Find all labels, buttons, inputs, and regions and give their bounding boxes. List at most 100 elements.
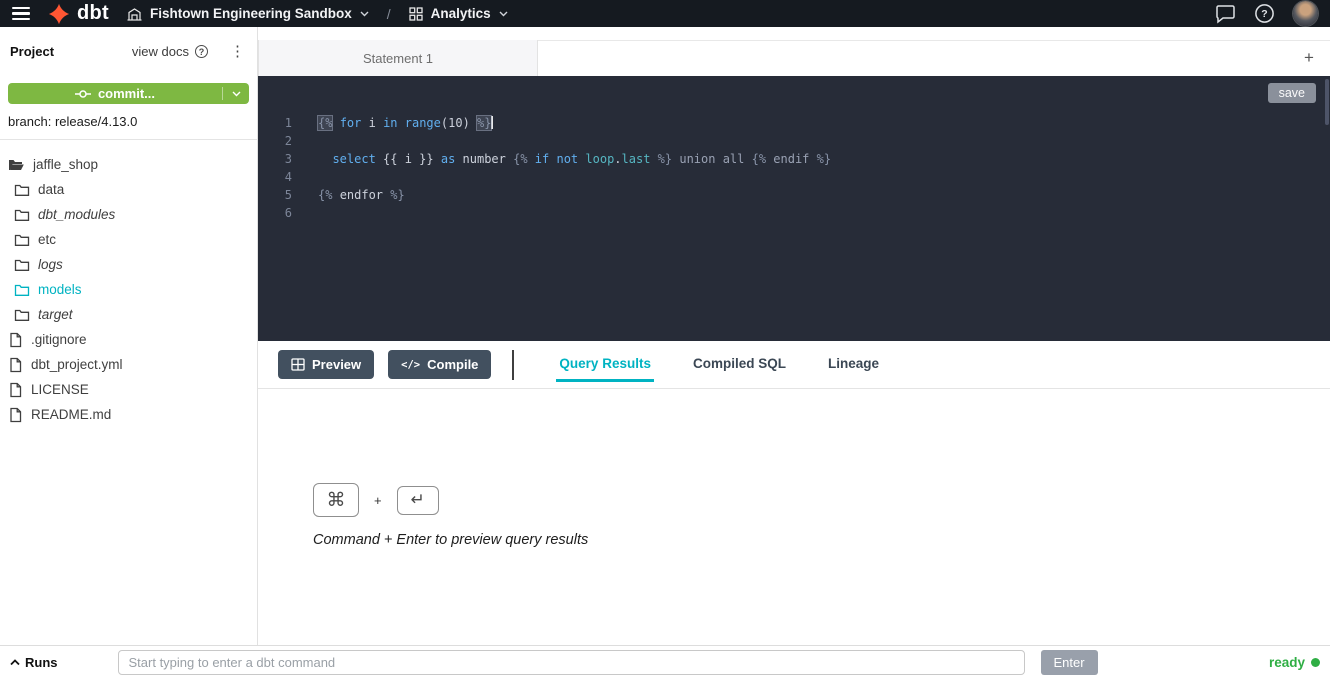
folder-icon xyxy=(14,257,30,273)
grid-icon xyxy=(409,7,423,21)
dbt-logo-icon xyxy=(48,3,70,25)
code-editor[interactable]: save 1{% for i in range(10) %}23 select … xyxy=(258,76,1330,341)
tree-item-label: etc xyxy=(38,232,56,247)
sidebar: Project view docs ? ⋮ commit... branch: … xyxy=(0,27,258,645)
main-area: Project view docs ? ⋮ commit... branch: … xyxy=(0,27,1330,645)
folder-icon xyxy=(14,307,30,323)
help-icon[interactable]: ? xyxy=(1254,3,1275,24)
dbt-logo[interactable]: dbt xyxy=(48,3,109,25)
code-line-2: 2 xyxy=(258,132,1330,150)
code-line-5: 5{% endfor %} xyxy=(258,186,1330,204)
tree-item-models[interactable]: models xyxy=(0,277,257,302)
editor-tab-statement-1[interactable]: Statement 1 xyxy=(258,40,538,76)
file-icon xyxy=(8,357,23,373)
tree-item-label: target xyxy=(38,307,73,322)
shortcut-hint-text: Command + Enter to preview query results xyxy=(313,532,1330,548)
commit-button[interactable]: commit... xyxy=(8,83,249,104)
compile-button[interactable]: </> Compile xyxy=(388,350,491,379)
status-text: ready xyxy=(1269,655,1305,670)
chevron-down-icon xyxy=(360,11,369,17)
enter-key-icon: ↵ xyxy=(397,486,439,515)
save-button[interactable]: save xyxy=(1268,83,1316,103)
shortcut-hint: ⌘ + ↵ xyxy=(313,483,1330,517)
project-menu[interactable]: Analytics xyxy=(409,6,508,21)
results-content: ⌘ + ↵ Command + Enter to preview query r… xyxy=(258,389,1330,548)
plus-sign: + xyxy=(374,493,382,508)
tree-item-label: logs xyxy=(38,257,63,272)
file-icon xyxy=(8,382,23,398)
kebab-menu-icon[interactable]: ⋮ xyxy=(230,44,245,59)
tree-item-label: jaffle_shop xyxy=(33,157,98,172)
code-icon: </> xyxy=(401,359,420,371)
sidebar-divider xyxy=(0,139,257,140)
commit-dropdown-button[interactable] xyxy=(223,91,249,97)
topbar-right: ? xyxy=(1215,1,1318,26)
code-lines[interactable]: 1{% for i in range(10) %}23 select {{ i … xyxy=(258,76,1330,222)
file-tree: jaffle_shopdata dbt_modulesetc logs models t… xyxy=(0,152,257,427)
svg-text:?: ? xyxy=(1261,8,1267,20)
tree-item-.gitignore[interactable]: .gitignore xyxy=(0,327,257,352)
cmd-key-icon: ⌘ xyxy=(313,483,359,517)
tree-item-jaffle_shop[interactable]: jaffle_shop xyxy=(0,152,257,177)
tree-item-target[interactable]: target xyxy=(0,302,257,327)
account-menu[interactable]: Fishtown Engineering Sandbox xyxy=(127,6,369,21)
folder-icon xyxy=(14,282,30,298)
code-line-6: 6 xyxy=(258,204,1330,222)
tree-item-dbt_project.yml[interactable]: dbt_project.yml xyxy=(0,352,257,377)
tree-item-label: README.md xyxy=(31,407,111,422)
runs-toggle[interactable]: Runs xyxy=(10,655,58,670)
line-number: 1 xyxy=(258,114,292,132)
tab-lineage[interactable]: Lineage xyxy=(825,348,882,382)
preview-button[interactable]: Preview xyxy=(278,350,374,379)
dbt-command-input[interactable] xyxy=(118,650,1025,675)
hamburger-menu-icon[interactable] xyxy=(12,5,30,23)
status-dot xyxy=(1311,658,1320,667)
view-docs-info-icon: ? xyxy=(195,45,208,58)
tree-item-README.md[interactable]: README.md xyxy=(0,402,257,427)
editor-scrollbar[interactable] xyxy=(1325,79,1329,125)
project-name: Analytics xyxy=(431,6,491,21)
tree-item-LICENSE[interactable]: LICENSE xyxy=(0,377,257,402)
tree-item-dbt_modules[interactable]: dbt_modules xyxy=(0,202,257,227)
folder-icon xyxy=(14,232,30,248)
account-name: Fishtown Engineering Sandbox xyxy=(150,6,352,21)
dbt-logo-text: dbt xyxy=(77,3,109,23)
tree-item-label: data xyxy=(38,182,64,197)
tree-item-data[interactable]: data xyxy=(0,177,257,202)
line-number: 3 xyxy=(258,150,292,168)
file-icon xyxy=(8,407,23,423)
line-number: 4 xyxy=(258,168,292,186)
toolbar-divider xyxy=(512,350,514,380)
tree-item-label: dbt_project.yml xyxy=(31,357,123,372)
tree-item-logs[interactable]: logs xyxy=(0,252,257,277)
editor-tabbar: Statement 1 + xyxy=(258,27,1330,76)
sidebar-title: Project xyxy=(10,44,54,59)
results-tabs: Query Results Compiled SQL Lineage xyxy=(556,341,882,388)
code-line-3: 3 select {{ i }} as number {% if not loo… xyxy=(258,150,1330,168)
chevron-down-icon xyxy=(232,91,241,97)
editor-column: Statement 1 + save 1{% for i in range(10… xyxy=(258,27,1330,645)
new-tab-button[interactable]: + xyxy=(1296,40,1322,76)
code-line-1: 1{% for i in range(10) %} xyxy=(258,114,1330,132)
table-icon xyxy=(291,358,305,371)
runs-label: Runs xyxy=(25,655,58,670)
code-line-4: 4 xyxy=(258,168,1330,186)
tab-compiled-sql[interactable]: Compiled SQL xyxy=(690,348,789,382)
status-indicator: ready xyxy=(1269,655,1320,670)
enter-button[interactable]: Enter xyxy=(1041,650,1098,675)
view-docs-link[interactable]: view docs ? xyxy=(132,44,208,59)
tab-query-results[interactable]: Query Results xyxy=(556,348,654,382)
topbar: dbt Fishtown Engineering Sandbox / Analy… xyxy=(0,0,1330,27)
results-toolbar: Preview </> Compile Query Results Compil… xyxy=(258,341,1330,389)
line-number: 6 xyxy=(258,204,292,222)
tree-item-label: dbt_modules xyxy=(38,207,115,222)
results-panel: Preview </> Compile Query Results Compil… xyxy=(258,341,1330,645)
tree-item-etc[interactable]: etc xyxy=(0,227,257,252)
tree-item-label: LICENSE xyxy=(31,382,89,397)
user-avatar[interactable] xyxy=(1293,1,1318,26)
folder-icon xyxy=(14,207,30,223)
chat-icon[interactable] xyxy=(1215,4,1236,24)
command-bar: Runs Enter ready xyxy=(0,645,1330,678)
building-icon xyxy=(127,7,142,21)
tree-item-label: .gitignore xyxy=(31,332,87,347)
